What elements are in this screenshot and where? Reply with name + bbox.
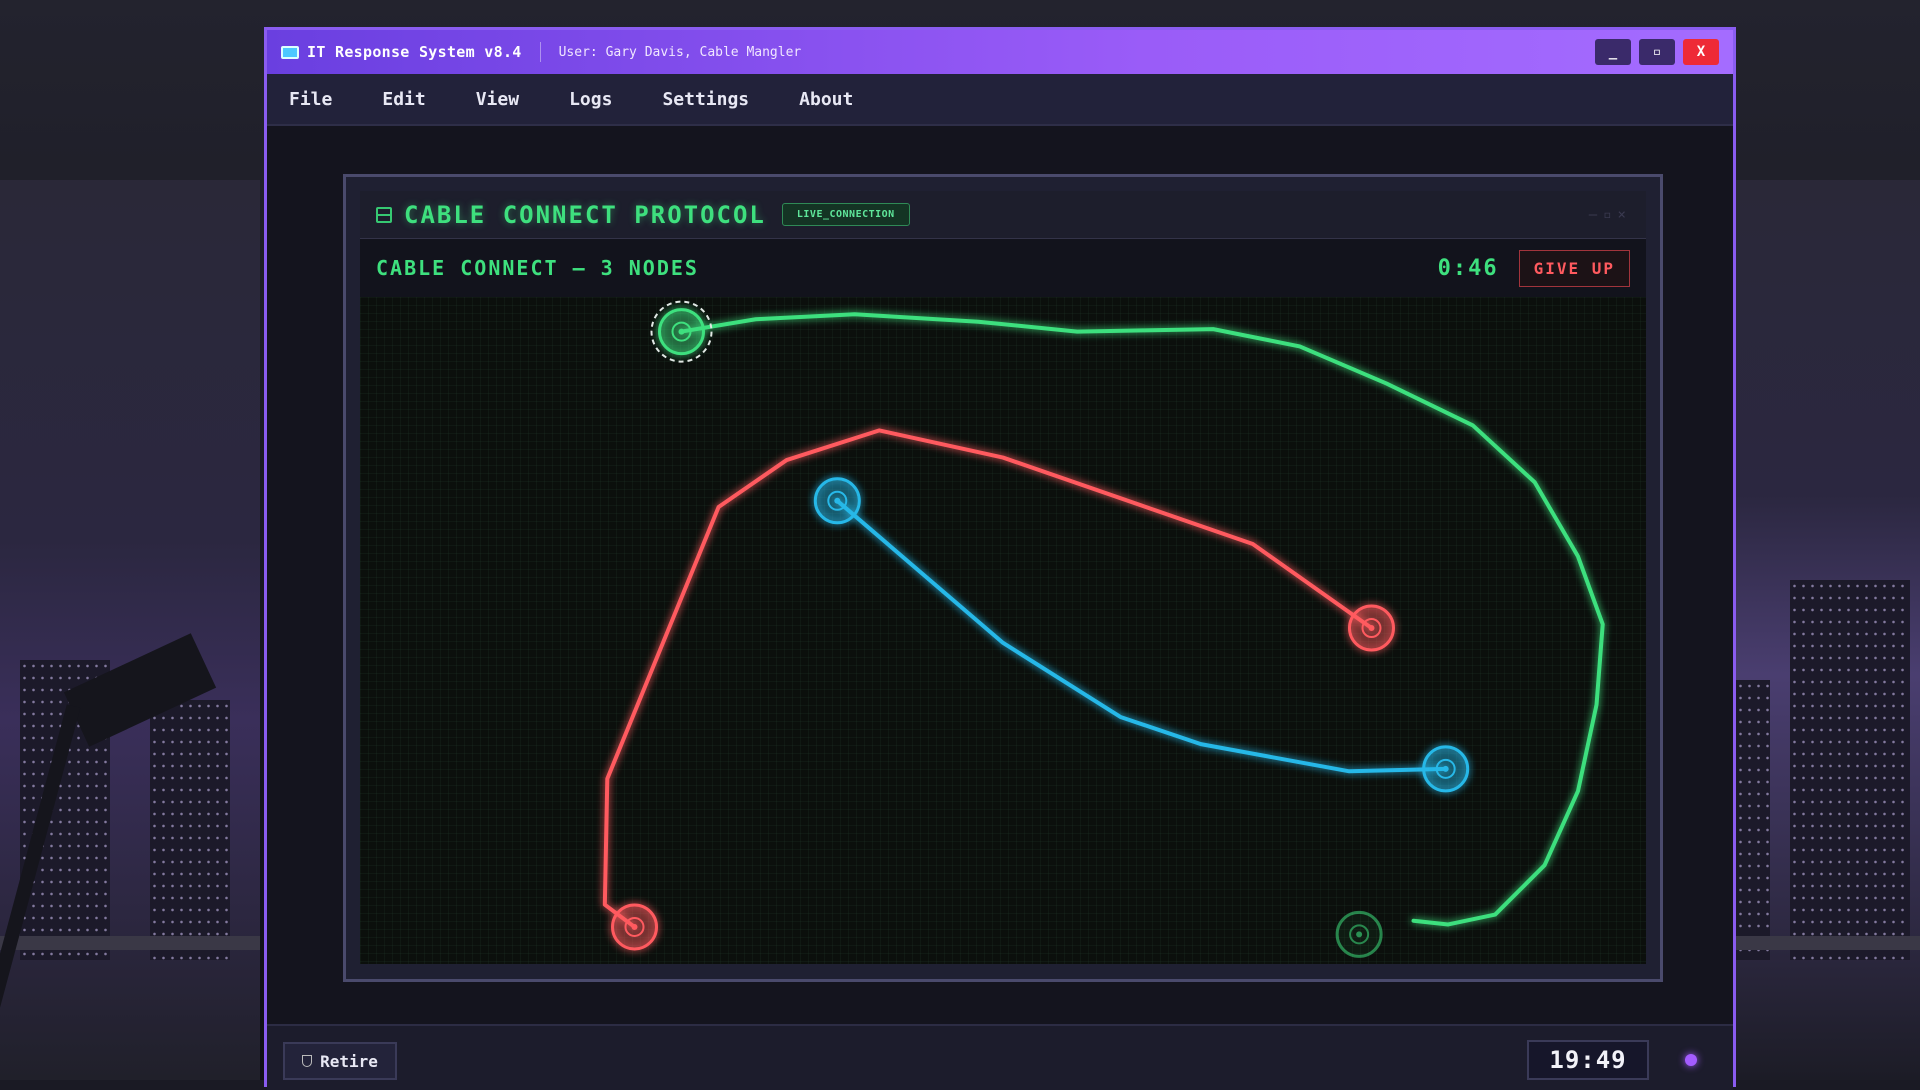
node-center-dot [1356,931,1363,938]
node-center-dot [631,923,638,930]
menu-logs[interactable]: Logs [569,89,612,110]
window-controls: _ ▫ X [1595,39,1719,65]
game-panel: CABLE CONNECT PROTOCOL LIVE_CONNECTION ‒… [343,174,1663,982]
countdown-timer: 0:46 [1437,255,1499,281]
node-green-start[interactable] [650,300,713,363]
node-center-dot [1442,765,1449,772]
menu-about[interactable]: About [799,89,853,110]
minimize-button[interactable]: _ [1595,39,1631,65]
menu-edit[interactable]: Edit [382,89,425,110]
app-window: IT Response System v8.4 User: Gary Davis… [264,27,1736,1090]
node-green-end[interactable] [1335,910,1383,958]
red-cable[interactable] [602,428,1374,929]
node-blue-b[interactable] [1422,745,1470,793]
close-button[interactable]: X [1683,39,1719,65]
maximize-button[interactable]: ▫ [1639,39,1675,65]
user-label: User: Gary Davis, Cable Mangler [558,44,802,60]
green-cable[interactable] [679,312,1605,927]
retire-button[interactable]: Retire [283,1042,397,1080]
node-blue-a[interactable] [813,477,861,525]
title-bar[interactable]: IT Response System v8.4 User: Gary Davis… [267,30,1733,74]
give-up-button[interactable]: GIVE UP [1518,249,1630,287]
level-label: CABLE CONNECT — 3 NODES [376,256,699,280]
panel-window-controls: ‒▫× [1588,206,1632,223]
window-ledge [0,936,260,950]
node-red-b[interactable] [611,903,659,951]
title-separator [539,42,541,62]
menu-file[interactable]: File [289,89,332,110]
menu-settings[interactable]: Settings [662,89,749,110]
retire-label: Retire [320,1051,378,1071]
city-building [150,700,230,960]
left-scenery [0,180,260,1080]
menu-view[interactable]: View [476,89,519,110]
protocol-title: CABLE CONNECT PROTOCOL [404,200,766,229]
app-title: IT Response System v8.4 [307,43,522,61]
live-connection-badge: LIVE_CONNECTION [781,203,910,226]
cable-board[interactable] [360,297,1646,964]
city-building [1790,580,1910,960]
node-center-dot [678,328,685,335]
status-indicator [1685,1054,1697,1066]
cable-canvas[interactable] [360,297,1646,964]
shield-icon [302,1055,313,1067]
system-clock: 19:49 [1527,1040,1649,1080]
panel-header: CABLE CONNECT PROTOCOL LIVE_CONNECTION ‒… [360,191,1646,239]
footer-bar: Retire 19:49 [267,1024,1733,1090]
node-red-a[interactable] [1347,604,1395,652]
game-status-bar: CABLE CONNECT — 3 NODES 0:46 GIVE UP [360,239,1646,297]
node-center-dot [1368,625,1375,632]
menu-bar: File Edit View Logs Settings About [267,74,1733,126]
server-icon [376,206,392,223]
monitor-icon [281,45,299,59]
node-center-dot [834,497,841,504]
